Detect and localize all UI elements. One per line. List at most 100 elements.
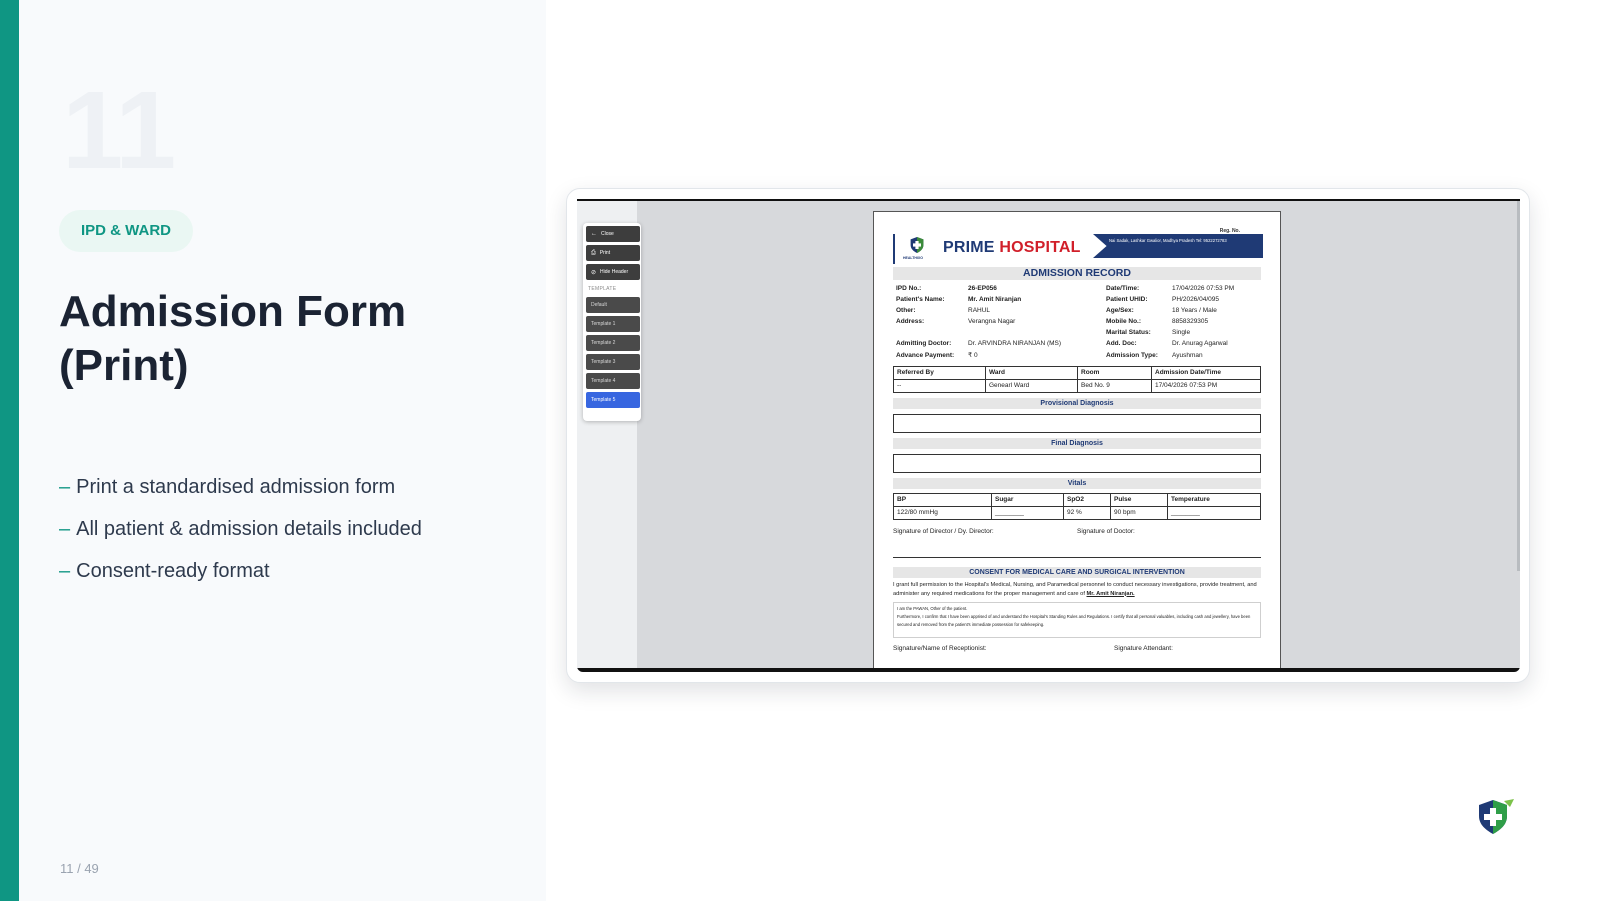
template-1-button[interactable]: Template 1	[586, 316, 640, 332]
template-default-button[interactable]: Default	[586, 297, 640, 313]
field-label: Other:	[896, 307, 916, 315]
template-heading: TEMPLATE	[588, 286, 617, 292]
print-preview-window: ← Close ⎙ Print ⊘ Hide Header TEMPLATE Defa…	[577, 199, 1520, 672]
bullet-item: – Consent-ready format	[59, 559, 422, 601]
screenshot-frame: ← Close ⎙ Print ⊘ Hide Header TEMPLATE Defa…	[566, 188, 1530, 683]
provisional-diagnosis-title: Provisional Diagnosis	[893, 397, 1261, 409]
field-label: Advance Payment:	[896, 351, 955, 359]
signature-row: Signature of Director / Dy. Director: Si…	[893, 528, 1261, 535]
printer-icon: ⎙	[591, 249, 596, 256]
arrow-left-icon: ←	[591, 231, 597, 237]
age-sex-value: 18 Years / Male	[1172, 307, 1217, 315]
print-label: Print	[599, 250, 611, 256]
vitals-table: BP Sugar SpO2 Pulse Temperature 122/80 m…	[893, 492, 1261, 520]
ipd-no-value: 26-EP056	[968, 285, 997, 292]
template-3-button[interactable]: Template 3	[586, 354, 640, 370]
field-label: Mobile No.:	[1106, 318, 1142, 326]
document-heading: ADMISSION RECORD	[893, 267, 1261, 280]
hospital-address: Nai Sadak, Lashkar Gwalior, Madhya Prade…	[1093, 234, 1263, 258]
slide-number: 11	[62, 69, 176, 192]
consent-title: CONSENT FOR MEDICAL CARE AND SURGICAL IN…	[893, 566, 1261, 578]
bullet-text: Print a standardised admission form	[76, 476, 396, 498]
table-cell: 90 bpm	[1110, 505, 1168, 520]
close-button[interactable]: ← Close	[586, 226, 640, 242]
table-cell: ________	[1167, 505, 1261, 520]
advance-value: ₹ 0	[968, 351, 978, 359]
other-value: RAHUL	[968, 307, 991, 315]
uhid-value: PH/2026/04/095	[1172, 296, 1219, 304]
field-label: Admitting Doctor:	[896, 340, 952, 348]
table-header: Pulse	[1110, 492, 1168, 507]
consent-patient-name: Mr. Amit Niranjan.	[1086, 590, 1135, 597]
field-label: Address:	[896, 318, 925, 326]
consent-declaration-line2: Furthermore, I confirm that I have been …	[897, 613, 1251, 628]
field-label: Marital Status:	[1106, 329, 1151, 337]
bullet-list: – Print a standardised admission form – Al…	[59, 475, 422, 601]
marital-value: Single	[1172, 329, 1191, 337]
admitting-doctor-value: Dr. ARVINDRA NIRANJAN (MS)	[968, 340, 1062, 348]
table-row: 122/80 mmHg ________ 92 % 90 bpm _______…	[893, 505, 1261, 520]
field-label: IPD No.:	[896, 285, 922, 292]
consent-body: I grant full permission to the Hospital'…	[893, 581, 1257, 597]
preview-bottom-bar	[577, 668, 1520, 672]
table-header-row: Referred By Ward Room Admission Date/Tim…	[893, 365, 1261, 380]
print-toolbar: ← Close ⎙ Print ⊘ Hide Header TEMPLATE Defa…	[583, 223, 641, 421]
bullet-dash: –	[59, 560, 71, 582]
patient-info-grid: IPD No.: 26-EP056 Date/Time: 17/04/2026 …	[893, 284, 1261, 360]
provisional-diagnosis-box	[893, 413, 1261, 433]
grid-spacer	[896, 328, 968, 337]
template-4-button[interactable]: Template 4	[586, 373, 640, 389]
table-header: SpO2	[1063, 492, 1111, 507]
grid-spacer	[968, 328, 1106, 337]
bullet-dash: –	[59, 518, 71, 540]
doctor-signature-label: Signature of Doctor:	[1077, 527, 1135, 535]
logo-subtext: HEALTHIXO	[903, 256, 923, 260]
template-2-button[interactable]: Template 2	[586, 335, 640, 351]
add-doc-value: Dr. Anurag Agarwal	[1172, 340, 1228, 348]
table-cell: 17/04/2026 07:53 PM	[1151, 378, 1261, 393]
vitals-title: Vitals	[893, 477, 1261, 489]
bullet-text: Consent-ready format	[76, 560, 270, 582]
table-header: BP	[893, 492, 992, 507]
admission-document: Reg. No. HEALTHIXO PRIME HOSPITAL Nai Sa…	[873, 211, 1281, 672]
final-diagnosis-title: Final Diagnosis	[893, 437, 1261, 449]
close-label: Close	[601, 231, 614, 237]
print-button[interactable]: ⎙ Print	[586, 245, 640, 261]
field-label: Date/Time:	[1106, 285, 1140, 292]
hospital-name-part1: PRIME	[943, 239, 995, 256]
table-cell: Bed No. 9	[1077, 378, 1152, 393]
table-header: Ward	[985, 365, 1078, 380]
field-label: Add. Doc:	[1106, 340, 1137, 348]
hospital-header: HEALTHIXO PRIME HOSPITAL Nai Sadak, Lash…	[893, 234, 1263, 264]
scrollbar[interactable]	[1517, 201, 1520, 571]
shield-cross-logo-icon	[1479, 799, 1514, 834]
table-header: Sugar	[991, 492, 1064, 507]
field-label: Patient's Name:	[896, 296, 945, 304]
template-5-button[interactable]: Template 5	[586, 392, 640, 408]
hide-header-label: Hide Header	[600, 269, 629, 275]
bullet-item: – All patient & admission details include…	[59, 517, 422, 559]
table-cell: 92 %	[1063, 505, 1111, 520]
datetime-value: 17/04/2026 07:53 PM	[1172, 285, 1235, 292]
hospital-logo-icon	[910, 237, 924, 253]
slide-title-line2: (Print)	[59, 341, 189, 390]
hide-header-button[interactable]: ⊘ Hide Header	[586, 264, 640, 280]
field-label: Admission Type:	[1106, 351, 1158, 359]
director-signature-label: Signature of Director / Dy. Director:	[893, 527, 994, 535]
eye-off-icon: ⊘	[591, 269, 597, 276]
field-label: Patient UHID:	[1106, 296, 1148, 304]
slide-title-line1: Admission Form	[59, 287, 407, 336]
attendant-signature-label: Signature Attendant:	[1114, 644, 1173, 652]
patient-name-value: Mr. Amit Niranjan	[968, 296, 1022, 304]
divider	[893, 556, 1261, 558]
accent-bar	[0, 0, 19, 901]
table-cell: ________	[991, 505, 1064, 520]
address-value: Verangna Nagar	[968, 318, 1016, 326]
field-label: Age/Sex:	[1106, 307, 1134, 315]
page-counter: 11 / 49	[60, 861, 99, 876]
bullet-dash: –	[59, 476, 71, 498]
consent-text: I grant full permission to the Hospital'…	[893, 581, 1261, 599]
consent-declaration-box: I am the PAWAN, Other of the patient. Fu…	[893, 601, 1261, 638]
receptionist-signature-label: Signature/Name of Receptionist:	[893, 644, 987, 652]
category-pill: IPD & WARD	[59, 210, 193, 252]
